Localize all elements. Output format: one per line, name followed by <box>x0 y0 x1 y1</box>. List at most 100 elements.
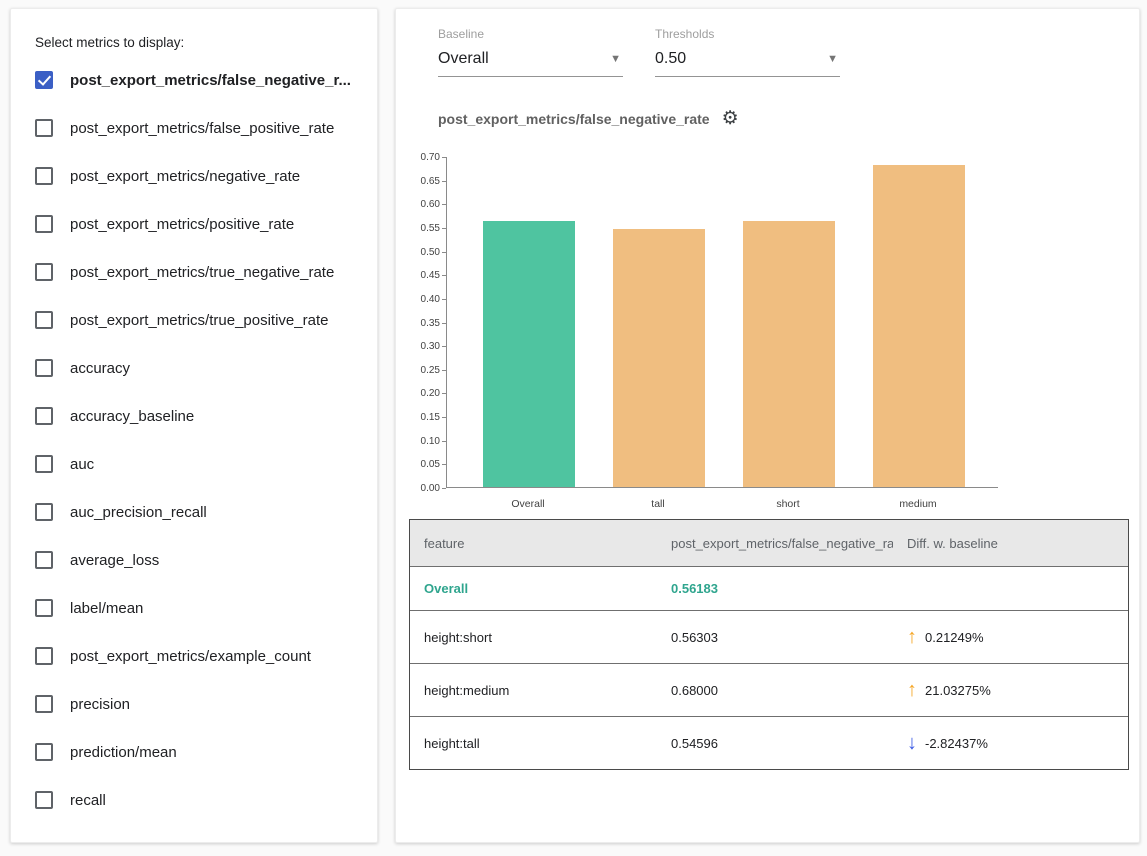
y-axis-tick-mark <box>442 393 446 394</box>
checkbox-unchecked-icon[interactable] <box>35 215 53 233</box>
y-axis-tick-mark <box>442 417 446 418</box>
y-axis-tick-mark <box>442 157 446 158</box>
metric-list-item[interactable]: prediction/mean <box>11 728 377 776</box>
checkbox-unchecked-icon[interactable] <box>35 407 53 425</box>
metric-list-item[interactable]: accuracy <box>11 344 377 392</box>
baseline-select: Baseline Overall ▼ <box>438 27 623 77</box>
checkbox-unchecked-icon[interactable] <box>35 599 53 617</box>
bar-short[interactable] <box>743 221 835 487</box>
metric-label: auc <box>70 456 94 473</box>
checkbox-unchecked-icon[interactable] <box>35 263 53 281</box>
checkbox-unchecked-icon[interactable] <box>35 647 53 665</box>
metric-list-item[interactable]: post_export_metrics/false_positive_rate <box>11 104 377 152</box>
thresholds-select: Thresholds 0.50 ▼ <box>655 27 840 77</box>
metric-list-item[interactable]: label/mean <box>11 584 377 632</box>
table-header-feature: feature <box>410 536 657 551</box>
metric-label: post_export_metrics/example_count <box>70 648 311 665</box>
x-axis-tick-label: medium <box>868 498 968 510</box>
arrow-up-icon: ↑ <box>907 627 917 647</box>
checkbox-unchecked-icon[interactable] <box>35 119 53 137</box>
table-row[interactable]: Overall0.56183 <box>410 566 1128 610</box>
y-axis-tick-label: 0.45 <box>402 270 440 281</box>
metric-list-item[interactable]: auc <box>11 440 377 488</box>
y-axis-tick-label: 0.70 <box>402 152 440 163</box>
y-axis-tick-label: 0.30 <box>402 341 440 352</box>
bar-medium[interactable] <box>873 165 965 487</box>
metric-select-title: Select metrics to display: <box>11 9 377 56</box>
metric-list-item[interactable]: average_loss <box>11 536 377 584</box>
chevron-down-icon: ▼ <box>610 53 621 65</box>
y-axis-tick-label: 0.50 <box>402 247 440 258</box>
bar-chart: 0.000.050.100.150.200.250.300.350.400.45… <box>396 157 1141 522</box>
bar-tall[interactable] <box>613 229 705 487</box>
baseline-label: Baseline <box>438 27 623 47</box>
metric-list-item[interactable]: post_export_metrics/negative_rate <box>11 152 377 200</box>
metric-list-item[interactable]: accuracy_baseline <box>11 392 377 440</box>
metric-list-item[interactable]: post_export_metrics/positive_rate <box>11 200 377 248</box>
y-axis-tick-label: 0.15 <box>402 412 440 423</box>
chart-header: post_export_metrics/false_negative_rate … <box>438 109 739 128</box>
diff-value: -2.82437% <box>925 736 988 751</box>
checkbox-unchecked-icon[interactable] <box>35 311 53 329</box>
cell-metric-value: 0.56303 <box>657 630 893 645</box>
metric-label: recall <box>70 792 106 809</box>
cell-metric-value: 0.54596 <box>657 736 893 751</box>
y-axis-tick-label: 0.10 <box>402 436 440 447</box>
metrics-table-body: Overall0.56183height:short0.56303↑0.2124… <box>410 566 1128 769</box>
metric-list-item[interactable]: auc_precision_recall <box>11 488 377 536</box>
metric-select-panel: Select metrics to display: post_export_m… <box>10 8 378 843</box>
y-axis-tick-mark <box>442 370 446 371</box>
table-header-diff: Diff. w. baseline <box>893 536 1130 551</box>
checkbox-unchecked-icon[interactable] <box>35 791 53 809</box>
checkbox-checked-icon[interactable] <box>35 71 53 89</box>
metric-list-item[interactable]: precision <box>11 680 377 728</box>
analysis-panel: Baseline Overall ▼ Thresholds 0.50 ▼ pos… <box>395 8 1140 843</box>
metric-list-item[interactable]: post_export_metrics/false_negative_r... <box>11 56 377 104</box>
metric-list-item[interactable]: post_export_metrics/example_count <box>11 632 377 680</box>
baseline-value: Overall <box>438 50 489 68</box>
metric-list-item[interactable]: post_export_metrics/true_negative_rate <box>11 248 377 296</box>
metric-label: post_export_metrics/negative_rate <box>70 168 300 185</box>
table-row[interactable]: height:tall0.54596↓-2.82437% <box>410 716 1128 769</box>
table-row[interactable]: height:short0.56303↑0.21249% <box>410 610 1128 663</box>
checkbox-unchecked-icon[interactable] <box>35 359 53 377</box>
x-axis-tick-label: short <box>738 498 838 510</box>
checkbox-unchecked-icon[interactable] <box>35 167 53 185</box>
cell-feature: height:tall <box>410 736 657 751</box>
thresholds-dropdown[interactable]: 0.50 ▼ <box>655 47 840 77</box>
metric-label: post_export_metrics/false_positive_rate <box>70 120 334 137</box>
cell-feature: height:medium <box>410 683 657 698</box>
metric-list: post_export_metrics/false_negative_r...p… <box>11 56 377 824</box>
metric-label: post_export_metrics/false_negative_r... <box>70 72 351 89</box>
metrics-table: feature post_export_metrics/false_negati… <box>409 519 1129 770</box>
checkbox-unchecked-icon[interactable] <box>35 455 53 473</box>
chart-plot <box>446 157 998 488</box>
y-axis-tick-label: 0.00 <box>402 483 440 494</box>
cell-diff: ↑21.03275% <box>893 680 1130 700</box>
checkbox-unchecked-icon[interactable] <box>35 743 53 761</box>
y-axis-tick-label: 0.20 <box>402 388 440 399</box>
thresholds-label: Thresholds <box>655 27 840 47</box>
diff-value: 21.03275% <box>925 683 991 698</box>
y-axis-tick-mark <box>442 181 446 182</box>
metric-label: prediction/mean <box>70 744 177 761</box>
chevron-down-icon: ▼ <box>827 53 838 65</box>
y-axis-tick-label: 0.55 <box>402 223 440 234</box>
checkbox-unchecked-icon[interactable] <box>35 695 53 713</box>
baseline-dropdown[interactable]: Overall ▼ <box>438 47 623 77</box>
metric-list-item[interactable]: post_export_metrics/true_positive_rate <box>11 296 377 344</box>
x-axis-tick-label: Overall <box>478 498 578 510</box>
chart-title: post_export_metrics/false_negative_rate <box>438 111 710 127</box>
y-axis-tick-mark <box>442 252 446 253</box>
checkbox-unchecked-icon[interactable] <box>35 503 53 521</box>
cell-metric-value: 0.56183 <box>657 581 893 596</box>
metric-label: post_export_metrics/true_positive_rate <box>70 312 328 329</box>
y-axis-tick-label: 0.25 <box>402 365 440 376</box>
bar-Overall[interactable] <box>483 221 575 487</box>
table-row[interactable]: height:medium0.68000↑21.03275% <box>410 663 1128 716</box>
cell-diff: ↓-2.82437% <box>893 733 1130 753</box>
checkbox-unchecked-icon[interactable] <box>35 551 53 569</box>
gear-icon[interactable]: ⚙ <box>722 109 739 128</box>
metric-list-item[interactable]: recall <box>11 776 377 824</box>
y-axis-tick-mark <box>442 275 446 276</box>
